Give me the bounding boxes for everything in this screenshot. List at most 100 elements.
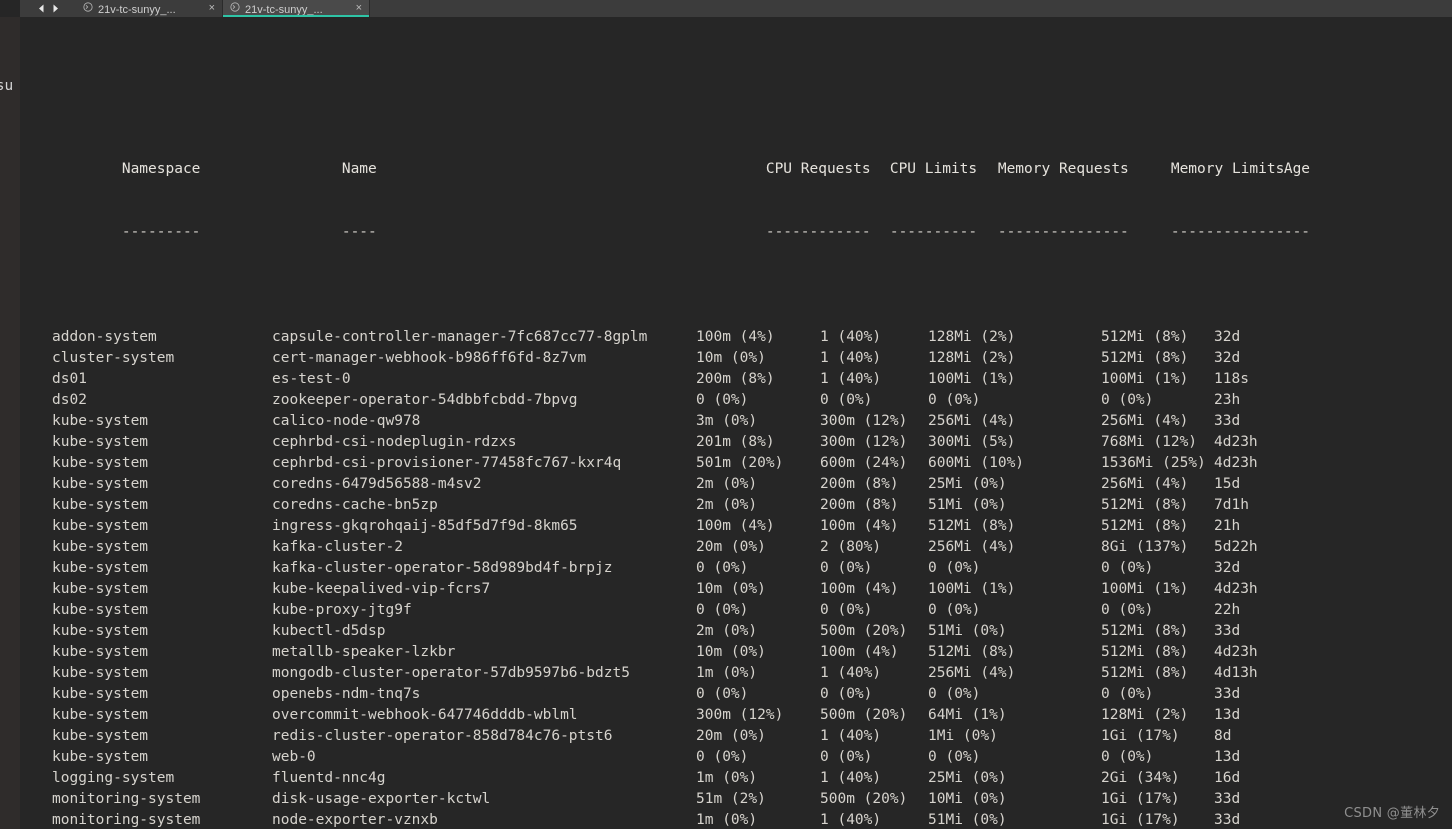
cell-memory-requests: 256Mi (4%) — [928, 413, 1016, 429]
cell-cpu-requests: 1m (0%) — [696, 770, 758, 786]
cell-memory-limits: 100Mi (1%) — [1101, 371, 1189, 387]
cell-memory-limits: 8Gi (137%) — [1101, 539, 1189, 555]
cell-namespace: kube-system — [52, 518, 149, 534]
cell-memory-requests: 51Mi (0%) — [928, 623, 1007, 639]
table-row: kube-system metallb-speaker-lzkbr 10m (0%)… — [20, 642, 1452, 663]
cell-age: 5d22h — [1214, 539, 1258, 555]
cell-name: zookeeper-operator-54dbbfcbdd-7bpvg — [272, 392, 578, 408]
cell-age: 32d — [1214, 350, 1241, 366]
cell-memory-requests: 512Mi (8%) — [928, 518, 1016, 534]
tab-nav-arrows[interactable] — [20, 0, 76, 17]
close-icon[interactable]: × — [209, 3, 215, 14]
pod-table-body: addon-system capsule-controller-manager-7… — [20, 327, 1452, 829]
cell-memory-requests: 0 (0%) — [928, 686, 981, 702]
table-row: kube-system kube-keepalived-vip-fcrs7 10m … — [20, 579, 1452, 600]
cell-name: kafka-cluster-operator-58d989bd4f-brpjz — [272, 560, 613, 576]
cell-age: 33d — [1214, 812, 1241, 828]
table-row: kube-system overcommit-webhook-647746dddb… — [20, 705, 1452, 726]
cell-cpu-requests: 100m (4%) — [696, 518, 775, 534]
cell-cpu-limits: 500m (20%) — [820, 791, 908, 807]
cell-age: 33d — [1214, 623, 1241, 639]
cell-age: 32d — [1214, 329, 1241, 345]
tab-title: 21v-tc-sunyy_... — [245, 3, 323, 16]
cell-memory-limits: 0 (0%) — [1101, 392, 1154, 408]
cell-cpu-limits: 500m (20%) — [820, 707, 908, 723]
cell-memory-requests: 51Mi (0%) — [928, 812, 1007, 828]
cell-cpu-requests: 20m (0%) — [696, 728, 766, 744]
table-row: logging-system fluentd-nnc4g 1m (0%) 1 (40%… — [20, 768, 1452, 789]
cell-name: cert-manager-webhook-b986ff6fd-8z7vm — [272, 350, 587, 366]
cell-name: kafka-cluster-2 — [272, 539, 403, 555]
cell-cpu-limits: 1 (40%) — [820, 371, 882, 387]
cell-name: redis-cluster-operator-858d784c76-ptst6 — [272, 728, 613, 744]
tab-session-2[interactable]: 21v-tc-sunyy_... × — [223, 0, 370, 17]
cell-memory-requests: 25Mi (0%) — [928, 476, 1007, 492]
cell-namespace: monitoring-system — [52, 791, 201, 807]
table-row: addon-system capsule-controller-manager-7… — [20, 327, 1452, 348]
table-row: kube-system redis-cluster-operator-858d78… — [20, 726, 1452, 747]
cell-name: kube-keepalived-vip-fcrs7 — [272, 581, 491, 597]
column-header-age: Age — [1283, 161, 1311, 177]
cell-namespace: kube-system — [52, 455, 149, 471]
column-header-memory-requests: Memory Requests — [997, 161, 1129, 177]
cell-memory-requests: 256Mi (4%) — [928, 665, 1016, 681]
table-rule-row: --------- ---- ------------ ---------- -----… — [20, 201, 1452, 240]
cell-cpu-requests: 0 (0%) — [696, 560, 749, 576]
cell-name: coredns-cache-bn5zp — [272, 497, 438, 513]
cell-memory-requests: 51Mi (0%) — [928, 497, 1007, 513]
table-row: kube-system calico-node-qw978 3m (0%) 300m … — [20, 411, 1452, 432]
cell-cpu-limits: 600m (24%) — [820, 455, 908, 471]
chevron-right-icon[interactable] — [50, 3, 61, 14]
tab-bar: 21v-tc-sunyy_... × 21v-tc-sunyy_... × — [0, 0, 1452, 17]
cell-namespace: logging-system — [52, 770, 175, 786]
column-header-memory-limits: Memory Limits — [1170, 161, 1284, 177]
cell-cpu-limits: 0 (0%) — [820, 749, 873, 765]
cell-namespace: kube-system — [52, 434, 149, 450]
rule-memory-limits: ------------- — [1170, 224, 1284, 240]
cell-name: kube-proxy-jtg9f — [272, 602, 412, 618]
cell-memory-requests: 1Mi (0%) — [928, 728, 998, 744]
cell-cpu-requests: 2m (0%) — [696, 476, 758, 492]
tab-session-1[interactable]: 21v-tc-sunyy_... × — [76, 0, 223, 17]
cell-memory-requests: 600Mi (10%) — [928, 455, 1025, 471]
cell-namespace: ds01 — [52, 371, 87, 387]
cell-memory-limits: 512Mi (8%) — [1101, 497, 1189, 513]
cell-cpu-limits: 0 (0%) — [820, 392, 873, 408]
cell-namespace: kube-system — [52, 602, 149, 618]
cell-memory-limits: 128Mi (2%) — [1101, 707, 1189, 723]
cell-memory-requests: 0 (0%) — [928, 602, 981, 618]
cell-cpu-limits: 500m (20%) — [820, 623, 908, 639]
cell-cpu-limits: 1 (40%) — [820, 665, 882, 681]
cell-memory-requests: 0 (0%) — [928, 392, 981, 408]
cell-cpu-limits: 100m (4%) — [820, 581, 899, 597]
cell-cpu-limits: 1 (40%) — [820, 770, 882, 786]
cell-cpu-requests: 100m (4%) — [696, 329, 775, 345]
cell-cpu-limits: 100m (4%) — [820, 644, 899, 660]
cell-cpu-limits: 1 (40%) — [820, 350, 882, 366]
table-row: kube-system kube-proxy-jtg9f 0 (0%) 0 (0%) 0… — [20, 600, 1452, 621]
cell-memory-limits: 512Mi (8%) — [1101, 665, 1189, 681]
cell-age: 13d — [1214, 707, 1241, 723]
close-icon[interactable]: × — [356, 3, 362, 14]
cell-cpu-limits: 200m (8%) — [820, 476, 899, 492]
chevron-left-icon[interactable] — [36, 3, 47, 14]
cell-cpu-requests: 51m (2%) — [696, 791, 766, 807]
cell-name: kubectl-d5dsp — [272, 623, 386, 639]
cell-cpu-requests: 0 (0%) — [696, 392, 749, 408]
cell-name: mongodb-cluster-operator-57db9597b6-bdzt… — [272, 665, 630, 681]
table-row: kube-system kafka-cluster-2 20m (0%) 2 (80%… — [20, 537, 1452, 558]
cell-age: 15d — [1214, 476, 1241, 492]
table-row: ds01 es-test-0 200m (8%) 1 (40%) 100Mi (1%) 1… — [20, 369, 1452, 390]
terminal-output[interactable]: Namespace Name CPU Requests CPU Limits Memor… — [20, 17, 1452, 829]
table-row: kube-system openebs-ndm-tnq7s 0 (0%) 0 (0%)… — [20, 684, 1452, 705]
cell-cpu-requests: 0 (0%) — [696, 749, 749, 765]
cell-name: fluentd-nnc4g — [272, 770, 386, 786]
cell-namespace: kube-system — [52, 476, 149, 492]
cell-memory-limits: 512Mi (8%) — [1101, 644, 1189, 660]
cell-name: es-test-0 — [272, 371, 351, 387]
cell-cpu-limits: 300m (12%) — [820, 413, 908, 429]
cell-memory-limits: 100Mi (1%) — [1101, 581, 1189, 597]
cell-memory-limits: 1Gi (17%) — [1101, 728, 1180, 744]
terminal-icon — [83, 2, 93, 15]
cell-namespace: kube-system — [52, 497, 149, 513]
